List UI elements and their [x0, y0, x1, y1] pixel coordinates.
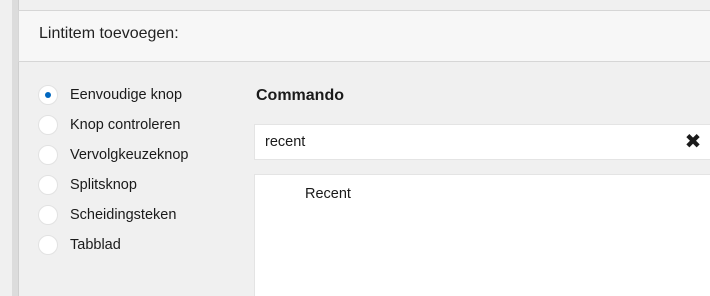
radio-simple-button[interactable]: Eenvoudige knop: [38, 84, 182, 106]
radio-unchecked-icon[interactable]: [38, 115, 58, 135]
radio-split-button[interactable]: Splitsknop: [38, 174, 137, 196]
command-search-box: ✖: [254, 124, 710, 160]
command-heading: Commando: [256, 87, 344, 104]
radio-dropdown-button[interactable]: Vervolgkeuzeknop: [38, 144, 189, 166]
radio-checked-icon[interactable]: [38, 85, 58, 105]
radio-label: Tabblad: [70, 237, 121, 253]
command-results-list: Recent: [254, 174, 710, 296]
radio-unchecked-icon[interactable]: [38, 145, 58, 165]
clear-search-icon[interactable]: ✖: [683, 131, 703, 153]
radio-label: Vervolgkeuzeknop: [70, 147, 189, 163]
radio-label: Knop controleren: [70, 117, 181, 133]
radio-separator[interactable]: Scheidingsteken: [38, 204, 176, 226]
ribbon-item-header: Lintitem toevoegen:: [18, 10, 710, 62]
command-search-input[interactable]: [265, 125, 665, 159]
radio-label: Eenvoudige knop: [70, 87, 183, 103]
radio-label: Splitsknop: [70, 177, 137, 193]
radio-unchecked-icon[interactable]: [38, 205, 58, 225]
list-item[interactable]: Recent: [305, 186, 351, 202]
radio-label: Scheidingsteken: [70, 207, 177, 223]
radio-unchecked-icon[interactable]: [38, 175, 58, 195]
radio-check-button[interactable]: Knop controleren: [38, 114, 180, 136]
radio-tab[interactable]: Tabblad: [38, 234, 121, 256]
radio-unchecked-icon[interactable]: [38, 235, 58, 255]
page-title: Lintitem toevoegen:: [39, 25, 179, 42]
